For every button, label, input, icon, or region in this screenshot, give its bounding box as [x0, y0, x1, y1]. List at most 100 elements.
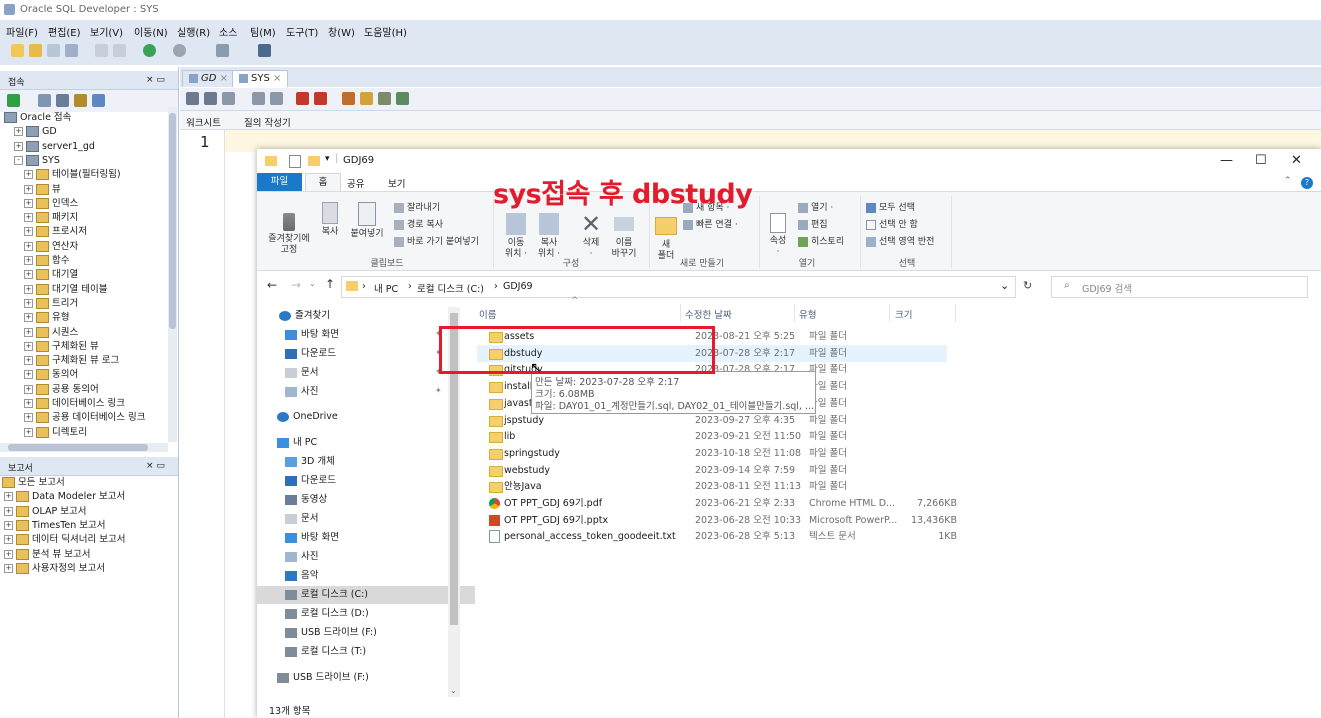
- menu-item[interactable]: 파일(F): [6, 24, 38, 39]
- tree-node[interactable]: + 연산자: [24, 240, 78, 254]
- breadcrumb-c-drive[interactable]: 로컬 디스크 (C:): [417, 281, 484, 295]
- tree-node[interactable]: + 패키지: [24, 211, 78, 225]
- quick-access-dropdown[interactable]: ▾: [325, 154, 330, 164]
- close-button[interactable]: ✕: [1291, 153, 1302, 168]
- nav-item[interactable]: 로컬 디스크 (T:): [257, 643, 475, 661]
- menu-item[interactable]: 보기(V): [90, 24, 123, 39]
- tab-query-builder[interactable]: 질의 작성기: [244, 115, 291, 129]
- file-row[interactable]: 안뇽Java 2023-08-11 오전 11:13 파일 폴더: [477, 478, 947, 495]
- report-node[interactable]: + 분석 뷰 보고서: [4, 548, 90, 562]
- report-node[interactable]: + TimesTen 보고서: [4, 519, 106, 533]
- spell-icon[interactable]: [396, 92, 409, 105]
- tree-node[interactable]: + 디렉토리: [24, 426, 87, 440]
- expand-icon[interactable]: +: [4, 563, 13, 573]
- breadcrumb-this-pc[interactable]: 내 PC: [374, 281, 398, 295]
- rollback-icon[interactable]: [252, 92, 265, 105]
- tree-node[interactable]: + 인덱스: [24, 197, 78, 211]
- file-row[interactable]: webstudy 2023-09-14 오후 7:59 파일 폴더: [477, 462, 947, 479]
- forward-arrow-icon[interactable]: →: [291, 278, 301, 292]
- collapse-icon[interactable]: -: [14, 155, 23, 165]
- file-row[interactable]: jspstudy 2023-09-27 오후 4:35 파일 폴더: [477, 412, 947, 429]
- tree-node[interactable]: + 동의어: [24, 368, 78, 382]
- nav-item[interactable]: OneDrive: [257, 408, 467, 426]
- help-icon[interactable]: ?: [1301, 177, 1313, 189]
- tree-node[interactable]: + 함수: [24, 254, 69, 268]
- address-bar[interactable]: › 내 PC › 로컬 디스크 (C:) › GDJ69 ⌄: [341, 276, 1016, 298]
- expand-icon[interactable]: +: [4, 520, 13, 530]
- report-node[interactable]: + OLAP 보고서: [4, 505, 86, 519]
- menu-item[interactable]: 창(W): [328, 24, 355, 39]
- expand-icon[interactable]: +: [4, 549, 13, 559]
- new-icon[interactable]: [11, 44, 24, 57]
- menu-item[interactable]: 소스: [219, 24, 237, 39]
- edit-button[interactable]: 편집: [798, 217, 828, 230]
- add-connection-icon[interactable]: [7, 94, 20, 107]
- properties-button[interactable]: 속성 ·: [765, 202, 791, 258]
- file-row[interactable]: OT PPT_GDJ 69기.pptx 2023-06-28 오전 10:33 Mi…: [477, 512, 957, 529]
- undo-icon[interactable]: [95, 44, 108, 57]
- tree-node[interactable]: + 대기열: [24, 268, 78, 282]
- nav-item[interactable]: 사진: [257, 383, 475, 401]
- nav-item[interactable]: 동영상: [257, 491, 475, 509]
- expand-icon[interactable]: +: [24, 241, 33, 251]
- expand-icon[interactable]: +: [24, 427, 33, 437]
- back-arrow-icon[interactable]: ←: [267, 278, 277, 292]
- tab-sys[interactable]: SYS ×: [232, 70, 289, 87]
- nav-scroll-down-icon[interactable]: ⌄: [450, 686, 457, 695]
- browser-icon[interactable]: [92, 94, 105, 107]
- expand-icon[interactable]: +: [24, 227, 33, 237]
- address-dropdown-icon[interactable]: ⌄: [1000, 279, 1009, 292]
- tree-node[interactable]: + 트리거: [24, 297, 78, 311]
- expand-icon[interactable]: +: [4, 506, 13, 516]
- report-node[interactable]: + 데이터 딕셔너리 보고서: [4, 533, 125, 547]
- expand-icon[interactable]: +: [24, 284, 33, 294]
- tab-home[interactable]: 홈: [305, 173, 341, 191]
- expand-icon[interactable]: +: [24, 413, 33, 423]
- paste-shortcut-button[interactable]: 바로 가기 붙여넣기: [394, 234, 479, 247]
- expand-icon[interactable]: +: [24, 198, 33, 208]
- history-button[interactable]: 히스토리: [798, 234, 844, 247]
- nav-item[interactable]: 문서: [257, 510, 475, 528]
- nav-item[interactable]: 내 PC: [257, 434, 467, 452]
- forward-icon[interactable]: [173, 44, 186, 57]
- file-row[interactable]: lib 2023-09-21 오전 11:50 파일 폴더: [477, 428, 947, 445]
- nav-item[interactable]: 사진: [257, 548, 475, 566]
- commit-icon[interactable]: [222, 92, 235, 105]
- explain-icon[interactable]: [270, 92, 283, 105]
- tree-node[interactable]: Oracle 접속: [4, 111, 71, 125]
- nav-item[interactable]: 음악: [257, 567, 475, 585]
- tree-node[interactable]: + 유형: [24, 311, 69, 325]
- pane-minimize-icon[interactable]: × ▭: [146, 75, 165, 85]
- tab-share[interactable]: 공유: [347, 176, 364, 190]
- expand-icon[interactable]: +: [24, 313, 33, 323]
- filter-icon[interactable]: [56, 94, 69, 107]
- invert-selection-button[interactable]: 선택 영역 반전: [866, 234, 934, 247]
- refresh-icon[interactable]: [38, 94, 51, 107]
- ribbon-collapse-icon[interactable]: ⌃: [1284, 176, 1292, 186]
- run-script-icon[interactable]: [204, 92, 217, 105]
- tree-node[interactable]: + 공용 동의어: [24, 383, 99, 397]
- cut-button[interactable]: 잘라내기: [394, 200, 440, 213]
- file-row[interactable]: personal_access_token_goodeeit.txt 2023-0…: [477, 528, 957, 545]
- nav-item[interactable]: 로컬 디스크 (C:): [257, 586, 475, 604]
- tab-gd[interactable]: GD ×: [182, 70, 236, 87]
- tab-file[interactable]: 파일: [257, 173, 302, 191]
- column-name[interactable]: 이름: [479, 307, 496, 321]
- menu-item[interactable]: 실행(R): [177, 24, 210, 39]
- back-icon[interactable]: [143, 44, 156, 57]
- tree-node[interactable]: - SYS: [14, 154, 60, 168]
- expand-icon[interactable]: +: [24, 170, 33, 180]
- expand-icon[interactable]: +: [24, 213, 33, 223]
- format-icon[interactable]: [360, 92, 373, 105]
- tree-node[interactable]: + 구체화된 뷰 로그: [24, 354, 119, 368]
- tree-node[interactable]: + 프로시저: [24, 225, 87, 239]
- properties-quick-icon[interactable]: [289, 155, 301, 168]
- up-arrow-icon[interactable]: ↑: [325, 277, 335, 291]
- expand-icon[interactable]: +: [24, 370, 33, 380]
- expand-icon[interactable]: +: [24, 256, 33, 265]
- nav-item[interactable]: USB 드라이브 (F:): [257, 669, 467, 687]
- menu-item[interactable]: 도움말(H): [364, 24, 407, 39]
- clear-icon[interactable]: [314, 92, 327, 105]
- paste-button[interactable]: 붙여넣기: [346, 202, 388, 240]
- breadcrumb-gdj69[interactable]: GDJ69: [503, 281, 533, 292]
